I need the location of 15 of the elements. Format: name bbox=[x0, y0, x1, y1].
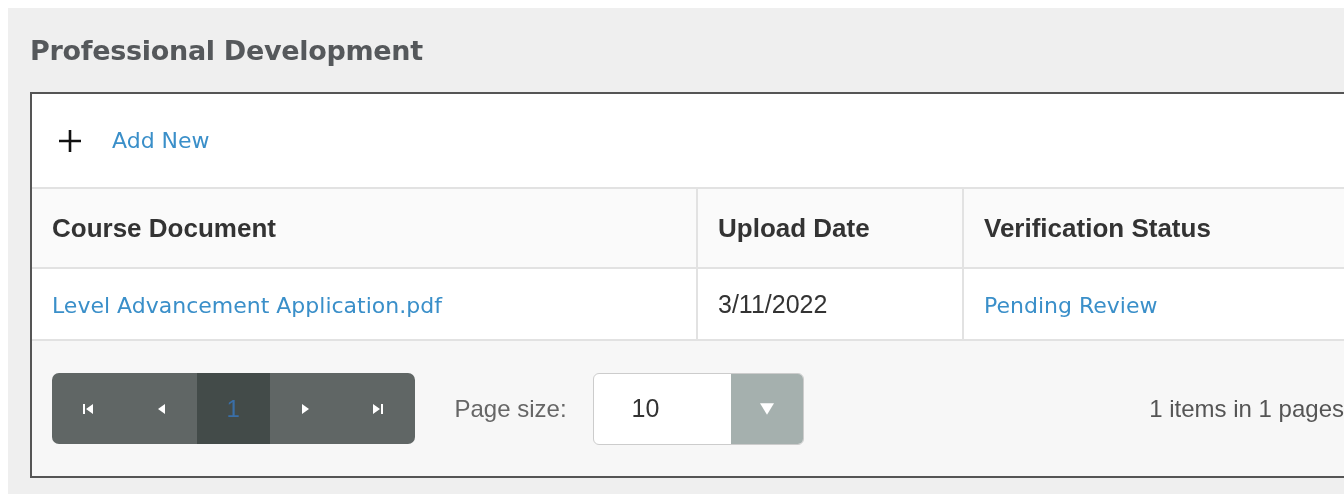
page-size-label: Page size: bbox=[454, 394, 567, 423]
upload-date: 3/11/2022 bbox=[718, 289, 828, 318]
section-title: Professional Development bbox=[30, 33, 424, 68]
dropdown-arrow-icon bbox=[759, 402, 774, 415]
first-page-icon bbox=[82, 402, 95, 415]
pager-summary: 1 items in 1 pages bbox=[1149, 394, 1344, 423]
document-link[interactable]: Level Advancement Application.pdf bbox=[52, 292, 442, 318]
add-new-link[interactable]: Add New bbox=[112, 128, 210, 153]
column-header[interactable]: Upload Date bbox=[697, 189, 963, 268]
status-link[interactable]: Pending Review bbox=[984, 292, 1158, 318]
column-header[interactable]: Verification Status bbox=[963, 189, 1344, 268]
plus-icon[interactable] bbox=[58, 128, 82, 153]
last-page-icon bbox=[372, 402, 385, 415]
column-header[interactable]: Course Document bbox=[32, 189, 697, 268]
page-size-dropdown[interactable]: 10 bbox=[592, 372, 804, 445]
